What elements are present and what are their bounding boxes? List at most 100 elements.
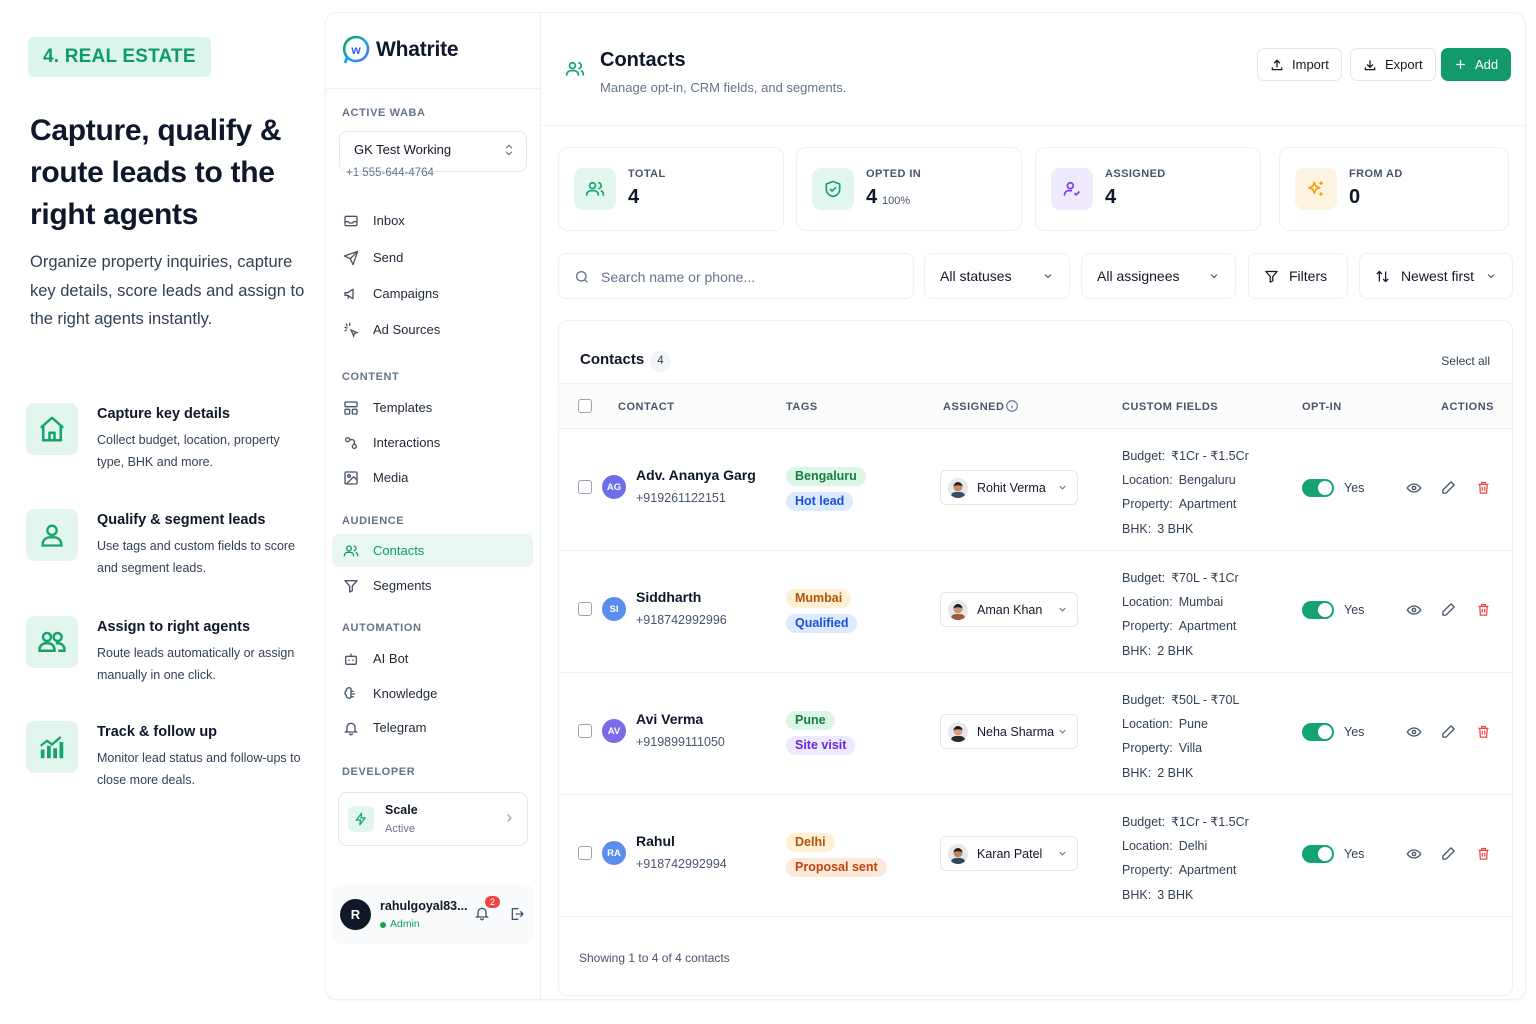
upload-icon bbox=[1270, 58, 1284, 72]
table-row[interactable]: AV Avi Verma +919899111050 Pune Site visi… bbox=[559, 673, 1512, 795]
assignee-select[interactable]: Neha Sharma bbox=[940, 714, 1078, 749]
view-eye-icon[interactable] bbox=[1406, 480, 1422, 496]
opt-in-toggle[interactable] bbox=[1302, 845, 1334, 863]
nav-item-templates[interactable]: Templates bbox=[332, 391, 533, 424]
nav-item-knowledge[interactable]: Knowledge bbox=[332, 677, 533, 710]
custom-field-key: Location: bbox=[1122, 472, 1173, 487]
audience-section-label: AUDIENCE bbox=[342, 515, 405, 527]
contact-phone: +919899111050 bbox=[636, 735, 725, 749]
import-button[interactable]: Import bbox=[1257, 48, 1342, 81]
view-eye-icon[interactable] bbox=[1406, 724, 1422, 740]
custom-field-key: Property: bbox=[1122, 741, 1173, 755]
custom-field-value: 3 BHK bbox=[1157, 521, 1194, 536]
assignee-filter-select[interactable]: All assignees bbox=[1081, 253, 1236, 299]
edit-pencil-icon[interactable] bbox=[1441, 602, 1456, 617]
nav-item-contacts[interactable]: Contacts bbox=[332, 534, 533, 567]
table-row[interactable]: RA Rahul +918742992994 Delhi Proposal sen… bbox=[559, 795, 1512, 917]
export-button[interactable]: Export bbox=[1350, 48, 1436, 81]
logout-icon[interactable] bbox=[509, 906, 525, 922]
delete-trash-icon[interactable] bbox=[1476, 480, 1491, 495]
row-checkbox[interactable] bbox=[578, 846, 592, 860]
delete-trash-icon[interactable] bbox=[1476, 602, 1491, 617]
status-filter-select[interactable]: All statuses bbox=[924, 253, 1070, 299]
custom-field: Property: Apartment bbox=[1122, 619, 1236, 633]
opt-in-toggle[interactable] bbox=[1302, 479, 1334, 497]
filter-icon bbox=[343, 578, 359, 594]
contacts-card: Contacts 4 Select all CONTACT TAGS ASSIG… bbox=[558, 320, 1513, 996]
nav-item-media[interactable]: Media bbox=[332, 461, 533, 494]
delete-trash-icon[interactable] bbox=[1476, 724, 1491, 739]
import-label: Import bbox=[1292, 57, 1329, 72]
tag-badge: Mumbai bbox=[786, 589, 852, 608]
table-row[interactable]: AG Adv. Ananya Garg +919261122151 Bengal… bbox=[559, 429, 1512, 551]
view-eye-icon[interactable] bbox=[1406, 846, 1422, 862]
tag-badge: Proposal sent bbox=[786, 858, 887, 877]
automation-section-label: AUTOMATION bbox=[342, 622, 422, 634]
promo-description: Organize property inquiries, capture key… bbox=[30, 253, 305, 328]
assignee-select[interactable]: Rohit Verma bbox=[940, 470, 1078, 505]
select-all-link[interactable]: Select all bbox=[1441, 354, 1490, 368]
search-icon bbox=[574, 269, 590, 285]
user-card[interactable]: R rahulgoyal83... Admin 2 bbox=[332, 884, 534, 944]
edit-pencil-icon[interactable] bbox=[1441, 480, 1456, 495]
custom-field-key: BHK: bbox=[1122, 521, 1152, 536]
info-icon[interactable] bbox=[1005, 399, 1019, 413]
search-box[interactable] bbox=[558, 253, 914, 299]
avatar: R bbox=[340, 899, 371, 930]
stat-label: FROM AD bbox=[1349, 168, 1403, 180]
custom-field-value: Apartment bbox=[1178, 619, 1237, 633]
contact-name[interactable]: Avi Verma bbox=[636, 711, 703, 727]
brand[interactable]: w Whatrite bbox=[342, 35, 459, 65]
plan-card[interactable]: Scale Active bbox=[338, 792, 528, 846]
nav-item-ai-bot[interactable]: AI Bot bbox=[332, 642, 533, 675]
contact-name[interactable]: Rahul bbox=[636, 833, 675, 849]
status-filter-value: All statuses bbox=[940, 268, 1012, 284]
add-contact-button[interactable]: Add bbox=[1441, 48, 1512, 81]
agent-avatar bbox=[948, 477, 968, 498]
delete-trash-icon[interactable] bbox=[1476, 846, 1491, 861]
filters-button[interactable]: Filters bbox=[1248, 253, 1348, 299]
select-all-checkbox[interactable] bbox=[578, 399, 592, 413]
assignee-select[interactable]: Karan Patel bbox=[940, 836, 1078, 871]
brain-icon bbox=[343, 686, 359, 702]
nav-item-segments[interactable]: Segments bbox=[332, 569, 533, 602]
nav-item-label: Send bbox=[373, 250, 404, 265]
column-header-contact: CONTACT bbox=[618, 401, 675, 413]
stat-value: 4 bbox=[866, 186, 878, 208]
opt-in-status: Yes bbox=[1344, 847, 1365, 861]
assignee-select[interactable]: Aman Khan bbox=[940, 592, 1078, 627]
search-input[interactable] bbox=[601, 266, 901, 288]
row-checkbox[interactable] bbox=[578, 724, 592, 738]
nav-item-label: Interactions bbox=[373, 435, 441, 450]
nav-item-campaigns[interactable]: Campaigns bbox=[332, 277, 533, 310]
nav-item-interactions[interactable]: Interactions bbox=[332, 426, 533, 459]
row-checkbox[interactable] bbox=[578, 480, 592, 494]
waba-selector[interactable]: GK Test Working bbox=[339, 131, 527, 172]
custom-field-value: 2 BHK bbox=[1157, 765, 1194, 780]
view-eye-icon[interactable] bbox=[1406, 602, 1422, 618]
feature-title: Capture key details bbox=[97, 406, 230, 422]
plan-name: Scale bbox=[385, 803, 418, 817]
contact-name[interactable]: Siddharth bbox=[636, 589, 701, 605]
table-row[interactable]: SI Siddharth +918742992996 Mumbai Qualifi… bbox=[559, 551, 1512, 673]
chevron-down-icon bbox=[1057, 482, 1068, 493]
feature-assign: Assign to right agents Route leads autom… bbox=[26, 616, 316, 696]
nav-item-ad-sources[interactable]: Ad Sources bbox=[332, 313, 533, 346]
custom-field-value: Pune bbox=[1178, 716, 1208, 731]
custom-field-value: ₹1Cr - ₹1.5Cr bbox=[1171, 449, 1249, 463]
house-icon bbox=[26, 403, 78, 455]
edit-pencil-icon[interactable] bbox=[1441, 846, 1456, 861]
edit-pencil-icon[interactable] bbox=[1441, 724, 1456, 739]
opt-in-toggle[interactable] bbox=[1302, 723, 1334, 741]
nav-item-send[interactable]: Send bbox=[332, 241, 533, 274]
row-checkbox[interactable] bbox=[578, 602, 592, 616]
feature-title: Track & follow up bbox=[97, 724, 218, 740]
nav-item-telegram[interactable]: Telegram bbox=[332, 711, 533, 744]
column-header-opt-in: OPT-IN bbox=[1302, 401, 1342, 413]
opt-in-toggle[interactable] bbox=[1302, 601, 1334, 619]
contact-name[interactable]: Adv. Ananya Garg bbox=[636, 467, 756, 483]
custom-field: BHK: 2 BHK bbox=[1122, 766, 1193, 780]
sort-select[interactable]: Newest first bbox=[1359, 253, 1513, 299]
nav-item-inbox[interactable]: Inbox bbox=[332, 204, 533, 237]
custom-field: Location: Mumbai bbox=[1122, 595, 1223, 609]
